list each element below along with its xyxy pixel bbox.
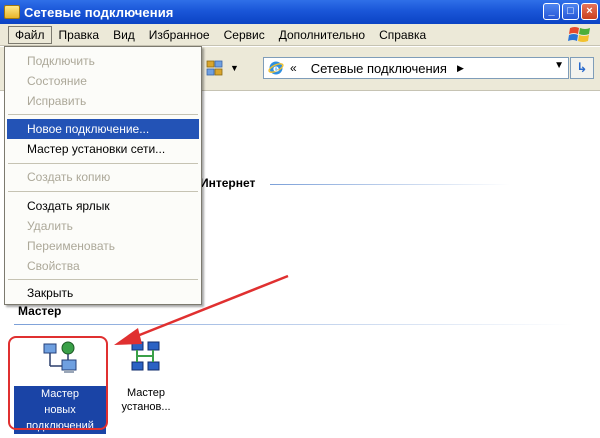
folder-icon bbox=[4, 5, 20, 19]
tile-label-line: установ... bbox=[121, 401, 171, 413]
menu-item-repair[interactable]: Исправить bbox=[7, 91, 199, 111]
menu-item-create-shortcut[interactable]: Создать ярлык bbox=[7, 196, 199, 216]
menu-help[interactable]: Справка bbox=[372, 26, 433, 44]
group-divider bbox=[270, 184, 510, 185]
menu-item-delete[interactable]: Удалить bbox=[7, 216, 199, 236]
menu-item-connect[interactable]: Подключить bbox=[7, 51, 199, 71]
menu-item-create-copy[interactable]: Создать копию bbox=[7, 167, 199, 187]
menu-advanced[interactable]: Дополнительно bbox=[272, 26, 372, 44]
network-setup-wizard[interactable]: Мастер установ... bbox=[114, 338, 178, 414]
views-dropdown-icon[interactable]: ▼ bbox=[230, 63, 239, 73]
menu-separator bbox=[8, 279, 198, 280]
address-bar[interactable]: e « Сетевые подключения ▶ ▼ bbox=[263, 57, 569, 79]
menu-file[interactable]: Файл bbox=[8, 25, 52, 44]
menu-edit[interactable]: Правка bbox=[52, 26, 107, 44]
svg-text:e: e bbox=[273, 65, 279, 75]
menu-favorites[interactable]: Избранное bbox=[142, 26, 217, 44]
network-folder-icon: e bbox=[268, 61, 284, 75]
maximize-button[interactable]: □ bbox=[562, 3, 579, 20]
address-text: Сетевые подключения bbox=[310, 60, 447, 76]
annotation-highlight-box bbox=[8, 336, 108, 430]
menu-separator bbox=[8, 114, 198, 115]
menu-bar: Файл Правка Вид Избранное Сервис Дополни… bbox=[0, 24, 600, 46]
menu-view[interactable]: Вид bbox=[106, 26, 142, 44]
tile-label-line: Мастер bbox=[126, 387, 166, 399]
menu-item-status[interactable]: Состояние bbox=[7, 71, 199, 91]
address-dropdown-icon[interactable]: ▼ bbox=[554, 60, 564, 71]
menu-item-properties[interactable]: Свойства bbox=[7, 256, 199, 276]
menu-item-new-connection[interactable]: Новое подключение... bbox=[7, 119, 199, 139]
minimize-button[interactable]: _ bbox=[543, 3, 560, 20]
title-bar[interactable]: Сетевые подключения _ □ × bbox=[0, 0, 600, 24]
file-dropdown-menu: Подключить Состояние Исправить Новое под… bbox=[4, 46, 202, 305]
go-button[interactable]: ↳ bbox=[570, 57, 594, 79]
group-divider bbox=[14, 324, 574, 325]
views-icon[interactable] bbox=[204, 57, 226, 79]
menu-separator bbox=[8, 191, 198, 192]
menu-item-close[interactable]: Закрыть bbox=[7, 283, 199, 303]
breadcrumb-arrow-icon[interactable]: ▶ bbox=[457, 63, 464, 74]
menu-tools[interactable]: Сервис bbox=[217, 26, 272, 44]
group-header-master: Мастер bbox=[18, 304, 62, 318]
menu-separator bbox=[8, 163, 198, 164]
group-header-internet: Интернет bbox=[200, 176, 256, 190]
window-title: Сетевые подключения bbox=[24, 4, 174, 20]
windows-logo-icon bbox=[568, 27, 590, 42]
close-button[interactable]: × bbox=[581, 3, 598, 20]
menu-item-rename[interactable]: Переименовать bbox=[7, 236, 199, 256]
breadcrumb-separator-icon: « bbox=[290, 61, 297, 75]
network-setup-wizard-icon bbox=[131, 341, 160, 371]
menu-item-network-setup-wizard[interactable]: Мастер установки сети... bbox=[7, 139, 199, 159]
